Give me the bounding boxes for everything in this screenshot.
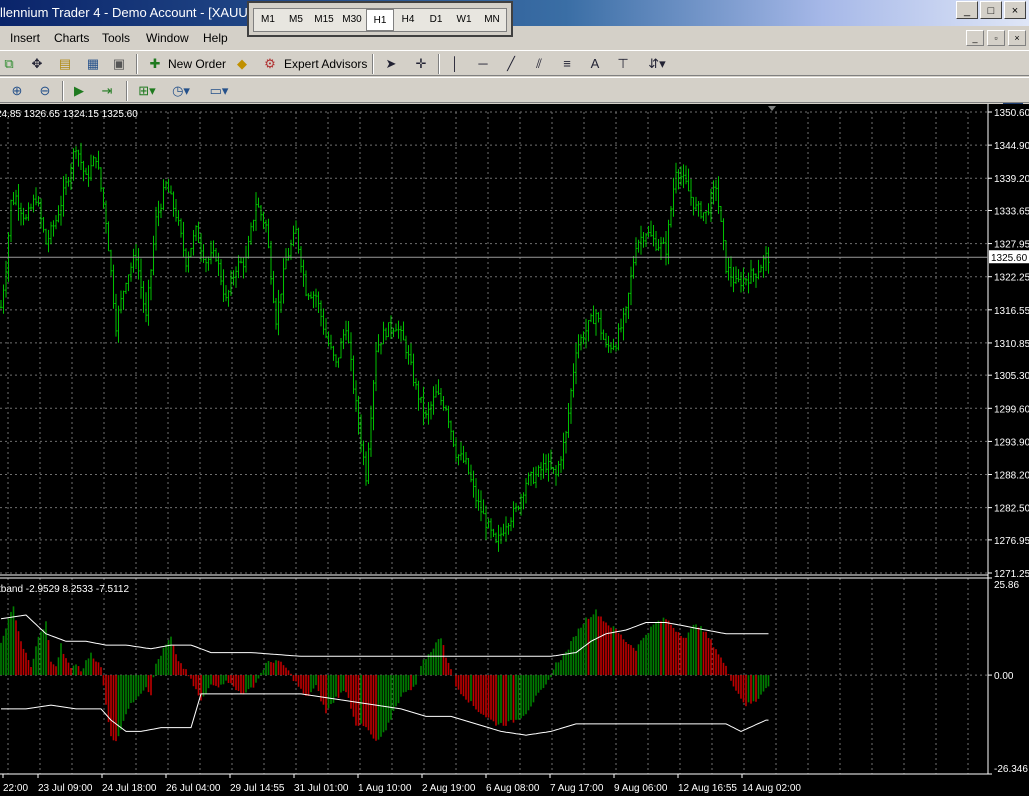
crosshair-icon[interactable]: ✛ <box>412 55 430 72</box>
warning-icon[interactable]: ◆ <box>233 55 251 72</box>
price-tick-label: 1333.65 <box>994 206 1029 217</box>
zoom-in-icon[interactable]: ⊕ <box>8 82 26 99</box>
maximize-button[interactable]: □ <box>980 1 1002 19</box>
new-order-button[interactable]: New Order <box>168 57 226 71</box>
chart-background <box>0 104 1029 796</box>
templates-dropdown-icon[interactable]: ▭▾ <box>206 82 232 99</box>
indicator-tick-label: 0.00 <box>994 671 1014 682</box>
separator <box>136 54 138 74</box>
fibonacci-icon[interactable]: ≡ <box>558 55 576 72</box>
auto-scroll-icon[interactable]: ▶ <box>70 82 88 99</box>
price-tick-label: 1327.95 <box>994 240 1029 251</box>
separator <box>62 81 64 101</box>
time-tick-label: 24 Jul 18:00 <box>102 783 157 794</box>
trendline-icon[interactable]: ╱ <box>502 55 520 72</box>
title-bar: llennium Trader 4 - Demo Account - [XAUU… <box>0 0 1029 26</box>
time-tick-label: 14 Aug 02:00 <box>742 783 801 794</box>
window-controls: _ □ × <box>956 1 1026 19</box>
time-tick-label: 6 Aug 08:00 <box>486 783 540 794</box>
time-tick-label: 12 Aug 16:55 <box>678 783 737 794</box>
horizontal-line-icon[interactable]: ─ <box>474 55 492 72</box>
arrows-dropdown-icon[interactable]: ⇵▾ <box>644 55 670 72</box>
price-tick-label: 1299.60 <box>994 404 1029 415</box>
mdi-controls: _ ▫ × <box>966 30 1026 46</box>
text-icon[interactable]: A <box>586 55 604 72</box>
time-tick-label: 29 Jul 14:55 <box>230 783 285 794</box>
time-tick-label: 31 Jul 01:00 <box>294 783 349 794</box>
menu-help[interactable]: Help <box>203 31 228 45</box>
menu-tools[interactable]: Tools <box>102 31 130 45</box>
time-tick-label: 7 Aug 17:00 <box>550 783 604 794</box>
menu-bar: Insert Charts Tools Window Help _ ▫ × <box>0 28 1029 48</box>
mdi-close-button[interactable]: × <box>1008 30 1026 46</box>
zoom-out-icon[interactable]: ⊖ <box>36 82 54 99</box>
indicator-label: tband -2.9529 8.2533 -7.5112 <box>0 584 129 595</box>
price-tick-label: 1288.20 <box>994 471 1029 482</box>
vertical-line-icon[interactable]: │ <box>446 55 464 72</box>
mdi-minimize-button[interactable]: _ <box>966 30 984 46</box>
profiles-icon[interactable]: ⧉ <box>0 55 18 72</box>
ohlc-info-label: 24.85 1326.65 1324.15 1325.60 <box>0 109 138 120</box>
time-tick-label: 23 Jul 09:00 <box>38 783 93 794</box>
time-tick-label: 2 Aug 19:00 <box>422 783 476 794</box>
time-tick-label: 9 Aug 06:00 <box>614 783 668 794</box>
minimize-button[interactable]: _ <box>956 1 978 19</box>
indicators-dropdown-icon[interactable]: ⊞▾ <box>134 82 160 99</box>
chart-shift-icon[interactable]: ⇥ <box>98 82 116 99</box>
price-tick-label: 1339.20 <box>994 174 1029 185</box>
cursor-icon[interactable]: ➤ <box>382 55 400 72</box>
price-tick-label: 1350.60 <box>994 108 1029 119</box>
current-price-label: 1325.60 <box>991 253 1028 264</box>
menu-insert[interactable]: Insert <box>10 31 40 45</box>
navigator-icon[interactable]: ✥ <box>28 55 46 72</box>
price-tick-label: 1271.25 <box>994 569 1029 580</box>
standard-toolbar: ⧉ ✥ ▤ ▦ ▣ ✚ New Order ◆ ⚙ Expert Advisor… <box>0 50 1029 123</box>
price-tick-label: 1344.90 <box>994 141 1029 152</box>
price-tick-label: 1322.25 <box>994 273 1029 284</box>
expert-advisors-button[interactable]: Expert Advisors <box>284 57 367 71</box>
time-tick-label: 22:00 <box>3 783 28 794</box>
indicator-tick-label: 25.86 <box>994 580 1019 591</box>
indicator-tick-label: -26.346 <box>994 764 1028 775</box>
separator <box>372 54 374 74</box>
expert-advisors-icon[interactable]: ⚙ <box>261 55 279 72</box>
data-window-icon[interactable]: ▦ <box>84 55 102 72</box>
price-chart[interactable]: 1325.60 1350.60 1344.90 1339.20 1333.65 1327.… <box>0 104 1029 796</box>
text-label-icon[interactable]: ⊤ <box>614 55 632 72</box>
time-tick-label: 26 Jul 04:00 <box>166 783 221 794</box>
separator <box>438 54 440 74</box>
separator <box>126 81 128 101</box>
window-title: llennium Trader 4 - Demo Account - [XAUU… <box>0 5 266 20</box>
price-tick-label: 1316.55 <box>994 306 1029 317</box>
periods-dropdown-icon[interactable]: ◷▾ <box>168 82 194 99</box>
menu-window[interactable]: Window <box>146 31 189 45</box>
new-order-icon[interactable]: ✚ <box>146 55 164 72</box>
price-tick-label: 1282.50 <box>994 504 1029 515</box>
price-tick-label: 1276.95 <box>994 536 1029 547</box>
time-tick-label: 1 Aug 10:00 <box>358 783 412 794</box>
menu-charts[interactable]: Charts <box>54 31 89 45</box>
price-tick-label: 1305.30 <box>994 371 1029 382</box>
close-button[interactable]: × <box>1004 1 1026 19</box>
equidistant-channel-icon[interactable]: ⫽ <box>530 55 548 72</box>
price-tick-label: 1293.90 <box>994 437 1029 448</box>
strategy-tester-icon[interactable]: ▣ <box>110 55 128 72</box>
mdi-restore-button[interactable]: ▫ <box>987 30 1005 46</box>
folder-icon[interactable]: ▤ <box>56 55 74 72</box>
charts-toolbar: ⊕ ⊖ ▶ ⇥ ⊞▾ ◷▾ ▭▾ <box>0 77 1029 103</box>
price-tick-label: 1310.85 <box>994 339 1029 350</box>
